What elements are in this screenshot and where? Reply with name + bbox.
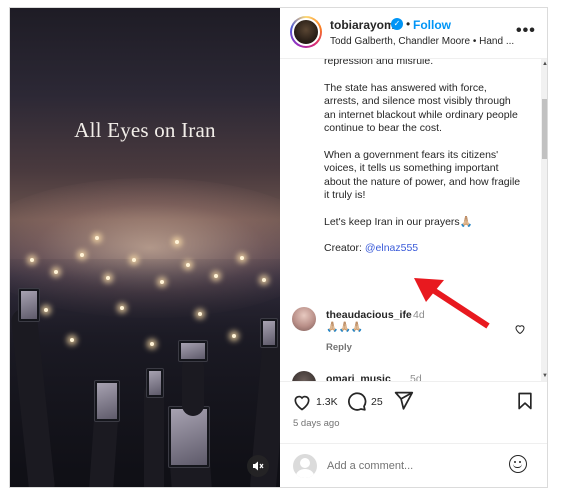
post-header: tobiarayomi ✓ • Follow Todd Galberth, Ch… bbox=[280, 8, 547, 59]
phone-light bbox=[70, 338, 74, 342]
creator-prefix: Creator: bbox=[324, 242, 365, 254]
emoji-icon[interactable] bbox=[509, 455, 527, 473]
creator-handle-link[interactable]: @elnaz555 bbox=[365, 242, 418, 254]
post-actions: 1.3K 25 5 days ago bbox=[280, 381, 547, 443]
share-icon[interactable] bbox=[393, 390, 414, 416]
scrollbar-thumb[interactable] bbox=[542, 99, 547, 159]
like-count[interactable]: 1.3K bbox=[316, 396, 338, 408]
caption-creator-line: Creator: @elnaz555 bbox=[324, 242, 524, 256]
phone-light bbox=[30, 258, 34, 262]
current-user-avatar bbox=[293, 454, 317, 478]
phone-light bbox=[240, 256, 244, 260]
phone-light bbox=[150, 342, 154, 346]
caption-paragraph: Let's keep Iran in our prayers🙏🏼 bbox=[324, 215, 473, 228]
phone-light bbox=[198, 312, 202, 316]
commenter-avatar[interactable] bbox=[292, 307, 316, 331]
like-icon[interactable] bbox=[292, 392, 312, 418]
more-options-icon[interactable]: ••• bbox=[516, 22, 536, 40]
author-username[interactable]: tobiarayomi bbox=[330, 18, 398, 32]
reply-button[interactable]: Reply bbox=[326, 342, 352, 353]
phone-light bbox=[214, 274, 218, 278]
author-avatar[interactable] bbox=[290, 16, 322, 48]
comment-like-icon[interactable] bbox=[514, 323, 526, 338]
video-overlay-title: All Eyes on Iran bbox=[74, 118, 216, 142]
raised-arm bbox=[182, 356, 204, 416]
audio-credit[interactable]: Todd Galberth, Chandler Moore • Hand ... bbox=[330, 36, 514, 47]
raised-phone bbox=[146, 368, 164, 398]
speaker-muted-icon[interactable] bbox=[247, 455, 269, 477]
comment-time: 5d bbox=[410, 373, 422, 381]
scroll-down-arrow-icon[interactable]: ▼ bbox=[541, 371, 547, 381]
commenter-avatar[interactable] bbox=[292, 371, 316, 381]
raised-phone bbox=[94, 380, 120, 422]
phone-light bbox=[262, 278, 266, 282]
posted-time: 5 days ago bbox=[293, 418, 340, 429]
commenter-username[interactable]: omari_music bbox=[326, 373, 391, 381]
comment-input[interactable] bbox=[327, 457, 497, 475]
commenter-username[interactable]: theaudacious_ife bbox=[326, 309, 412, 321]
add-comment-bar bbox=[280, 443, 547, 487]
comment-text: 🙏🏼🙏🏼🙏🏼 bbox=[326, 322, 364, 333]
follow-button[interactable]: Follow bbox=[413, 18, 451, 32]
scroll-up-arrow-icon[interactable]: ▲ bbox=[541, 59, 547, 69]
verified-check-icon: ✓ bbox=[391, 18, 403, 30]
phone-light bbox=[232, 334, 236, 338]
phone-light bbox=[120, 306, 124, 310]
caption-paragraph: When a government fears its citizens' vo… bbox=[324, 148, 521, 202]
post-modal: All Eyes on Iran tobiarayomi ✓ • Follow … bbox=[9, 7, 548, 488]
phone-light bbox=[80, 253, 84, 257]
phone-light bbox=[44, 308, 48, 312]
bookmark-icon[interactable] bbox=[515, 391, 535, 416]
scrollbar[interactable]: ▲ ▼ bbox=[541, 59, 547, 381]
annotation-arrow-icon bbox=[414, 278, 490, 329]
raised-phone bbox=[18, 288, 40, 322]
phone-light bbox=[186, 263, 190, 267]
phone-light bbox=[106, 276, 110, 280]
comment-icon[interactable] bbox=[346, 391, 367, 417]
raised-phone bbox=[178, 340, 208, 362]
separator-dot: • bbox=[406, 17, 411, 31]
post-details-panel: tobiarayomi ✓ • Follow Todd Galberth, Ch… bbox=[280, 8, 547, 487]
caption-paragraph: repression and misrule. bbox=[324, 59, 434, 67]
caption-paragraph: The state has answered with force, arres… bbox=[324, 81, 518, 135]
raised-phone bbox=[260, 318, 278, 348]
phone-light bbox=[132, 258, 136, 262]
post-caption: repression and misrule. The state has an… bbox=[324, 59, 524, 269]
raised-arm bbox=[144, 383, 164, 487]
phone-light bbox=[175, 240, 179, 244]
comment-count: 25 bbox=[371, 396, 383, 408]
phone-light bbox=[54, 270, 58, 274]
phone-light bbox=[95, 236, 99, 240]
phone-light bbox=[160, 280, 164, 284]
post-video[interactable]: All Eyes on Iran bbox=[10, 8, 280, 487]
